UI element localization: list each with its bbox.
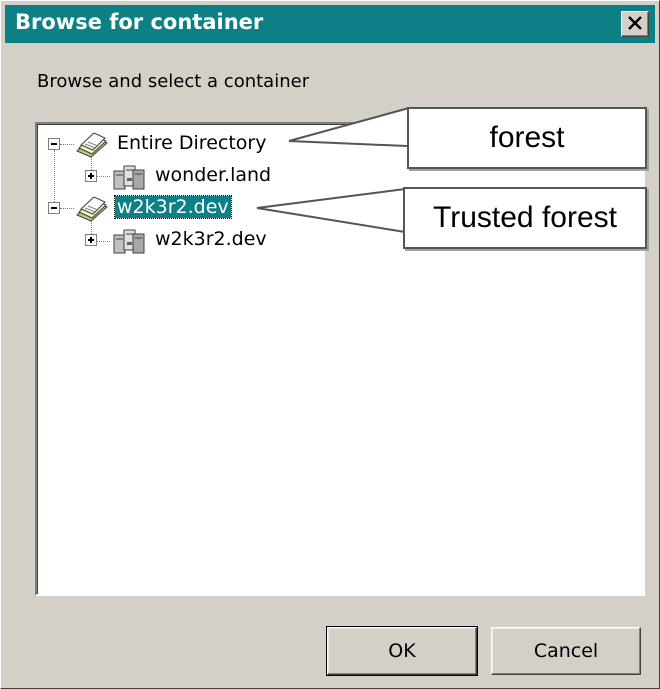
tree-item-entire-directory[interactable]: Entire Directory xyxy=(37,130,337,160)
close-button[interactable] xyxy=(621,11,649,37)
tree-item-w2k3r2-dev-forest[interactable]: w2k3r2.dev xyxy=(37,194,337,224)
close-icon xyxy=(628,16,642,30)
instruction-text: Browse and select a container xyxy=(37,71,310,92)
collapse-toggle[interactable] xyxy=(48,202,60,214)
expand-toggle[interactable] xyxy=(85,170,97,182)
cancel-button[interactable]: Cancel xyxy=(491,627,641,675)
domain-servers-icon xyxy=(113,165,145,190)
tree-item-label: wonder.land xyxy=(155,164,272,186)
browse-container-dialog: Browse for container Browse and select a… xyxy=(0,0,660,689)
ok-button[interactable]: OK xyxy=(326,626,478,676)
tree-item-label: Entire Directory xyxy=(117,132,267,154)
trusted-forest-callout: Trusted forest xyxy=(403,187,647,249)
tree-item-w2k3r2-dev-domain[interactable]: w2k3r2.dev xyxy=(37,226,337,256)
directory-book-icon xyxy=(76,132,108,158)
directory-book-icon xyxy=(76,196,108,222)
title-bar[interactable]: Browse for container xyxy=(5,5,655,43)
window-title: Browse for container xyxy=(15,10,264,34)
domain-servers-icon xyxy=(113,229,145,254)
expand-toggle[interactable] xyxy=(85,234,97,246)
forest-callout: forest xyxy=(407,107,647,169)
tree-item-label: w2k3r2.dev xyxy=(155,228,267,250)
tree-item-label-selected: w2k3r2.dev xyxy=(114,195,232,219)
collapse-toggle[interactable] xyxy=(48,138,60,150)
tree-item-wonder-land[interactable]: wonder.land xyxy=(37,162,337,192)
